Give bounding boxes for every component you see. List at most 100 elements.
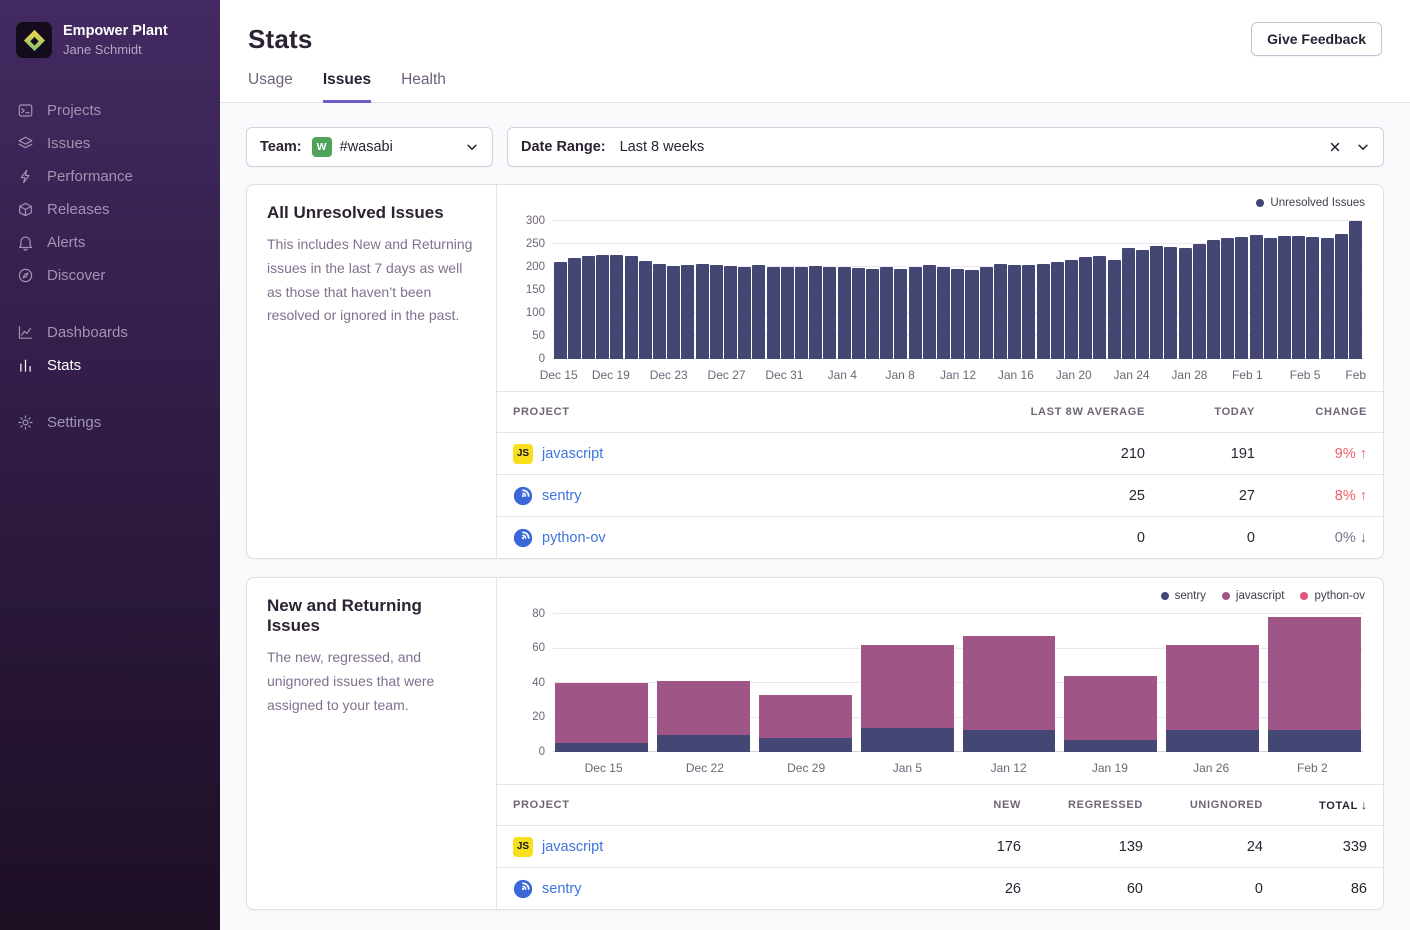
bar [1321,238,1334,359]
bar-segment-sentry [759,738,852,752]
cell-today: 0 [1145,530,1255,546]
x-tick-label: Dec 15 [540,368,578,382]
sidebar-item-dashboards[interactable]: Dashboards [0,316,220,349]
bar [554,262,567,359]
bar-segment-javascript [1166,645,1259,730]
tab-issues[interactable]: Issues [323,71,371,103]
cell-unignored: 24 [1143,839,1263,855]
sidebar-item-label: Releases [47,201,110,218]
column-header-total[interactable]: TOTAL↓ [1263,798,1367,812]
x-tick-label: Jan 12 [940,368,976,382]
sidebar-item-projects[interactable]: Projects [0,94,220,127]
card-description: This includes New and Returning issues i… [267,233,476,328]
bar [1164,247,1177,359]
chevron-down-icon [1356,140,1370,154]
empower-plant-diamond-icon [23,29,44,50]
sidebar-item-settings[interactable]: Settings [0,406,220,439]
tabs: Usage Issues Health [248,71,1382,102]
sidebar-item-stats[interactable]: Stats [0,349,220,382]
table-row: sentry2660086 [497,867,1383,909]
bar [866,269,879,359]
sidebar-item-label: Stats [47,357,81,374]
bar [795,267,808,359]
sidebar: Empower Plant Jane Schmidt ProjectsIssue… [0,0,220,930]
bar [1122,248,1135,359]
sidebar-item-releases[interactable]: Releases [0,193,220,226]
sidebar-item-label: Alerts [47,234,85,251]
legend-label: python-ov [1314,590,1365,602]
legend-dot-icon [1161,592,1169,600]
sidebar-item-issues[interactable]: Issues [0,127,220,160]
settings-icon [17,414,34,431]
legend-item: Unresolved Issues [1256,197,1365,209]
bar-group [555,614,648,752]
bar [1093,256,1106,359]
bar [1335,234,1348,359]
sidebar-item-discover[interactable]: Discover [0,259,220,292]
y-tick-label: 100 [511,307,545,319]
x-tick-label: Dec 27 [708,368,746,382]
project-link[interactable]: javascript [542,446,603,462]
give-feedback-button[interactable]: Give Feedback [1251,22,1382,56]
page-header: Stats Give Feedback UsageIssuesHealth [220,0,1410,103]
bar [681,265,694,359]
bar-segment-sentry [1166,730,1259,752]
tab-usage[interactable]: Usage [248,71,293,103]
sidebar-item-label: Dashboards [47,324,128,341]
bar-group [1064,614,1157,752]
bar-segment-javascript [1064,676,1157,740]
bar-segment-sentry [963,730,1056,752]
legend-dot-icon [1300,592,1308,600]
performance-icon [17,168,34,185]
date-range-filter[interactable]: Date Range: Last 8 weeks [507,127,1384,167]
x-tick-label: Feb 2 [1262,761,1363,784]
bar [696,264,709,359]
bar-segment-sentry [1064,740,1157,752]
bar-group [1268,614,1361,752]
y-tick-label: 60 [511,643,545,655]
bar-segment-sentry [1268,730,1361,752]
sidebar-item-label: Performance [47,168,133,185]
alerts-icon [17,234,34,251]
org-name: Empower Plant [63,23,168,40]
column-header-new: NEW [901,799,1021,811]
project-link[interactable]: sentry [542,881,582,897]
project-link[interactable]: javascript [542,839,603,855]
clear-icon[interactable] [1328,140,1342,154]
bar [1221,238,1234,359]
main: Stats Give Feedback UsageIssuesHealth Te… [220,0,1410,930]
cell-change: 9% ↑ [1255,446,1367,462]
y-tick-label: 80 [511,608,545,620]
project-link[interactable]: sentry [542,488,582,504]
column-header-unignored: UNIGNORED [1143,799,1263,811]
javascript-icon: JS [513,444,533,464]
cell-new: 176 [901,839,1021,855]
sort-arrow-icon: ↓ [1361,798,1367,812]
team-filter[interactable]: Team: W #wasabi [246,127,493,167]
new-returning-issues-card: New and Returning Issues The new, regres… [246,577,1384,910]
x-tick-label: Jan 28 [1171,368,1207,382]
bar [1150,246,1163,359]
bar-segment-sentry [555,743,648,752]
bar-chart: 050100150200250300 [553,221,1363,359]
bar [1136,250,1149,359]
table-body: JSjavascript2101919% ↑sentry25278% ↑pyth… [497,432,1383,558]
org-switcher[interactable]: Empower Plant Jane Schmidt [0,10,220,70]
tab-health[interactable]: Health [401,71,446,103]
bar [937,267,950,359]
table-row: python-ov000% ↓ [497,516,1383,558]
x-tick-label: Feb 5 [1290,368,1321,382]
bar [809,266,822,359]
y-tick-label: 250 [511,238,545,250]
bar [923,265,936,359]
unresolved-issues-card: All Unresolved Issues This includes New … [246,184,1384,559]
sidebar-item-performance[interactable]: Performance [0,160,220,193]
column-header-change: CHANGE [1255,406,1367,418]
bar-segment-javascript [555,683,648,743]
cell-today: 27 [1145,488,1255,504]
sidebar-item-alerts[interactable]: Alerts [0,226,220,259]
y-tick-label: 0 [511,746,545,758]
discover-icon [17,267,34,284]
project-link[interactable]: python-ov [542,530,606,546]
bar-segment-sentry [861,728,954,752]
